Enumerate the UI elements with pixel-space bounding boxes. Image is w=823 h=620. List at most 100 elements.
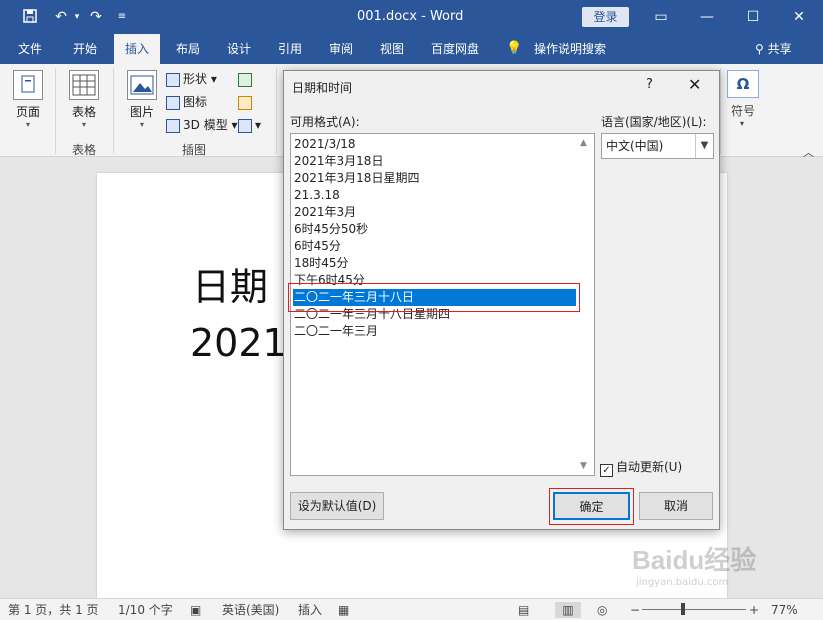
macro-icon[interactable]: ▦	[338, 602, 349, 618]
share-label: 共享	[767, 42, 792, 56]
tab-insert[interactable]: 插入	[114, 34, 160, 64]
read-mode-icon[interactable]: ▤	[518, 602, 529, 618]
language-label: 语言(国家/地区)(L):	[601, 115, 707, 129]
document-text-line1: 日期	[192, 265, 269, 309]
tell-me-search[interactable]: 操作说明搜索	[530, 34, 610, 64]
checkbox-icon[interactable]: ✓	[600, 464, 613, 477]
picture-button[interactable]: 图片 ▾	[124, 70, 160, 129]
chevron-down-icon: ▾	[25, 120, 30, 129]
page-count[interactable]: 第 1 页，共 1 页	[8, 602, 99, 618]
zoom-out-icon[interactable]: −	[630, 602, 640, 618]
login-button[interactable]: 登录	[582, 7, 629, 27]
list-item[interactable]: 18时45分	[294, 255, 349, 272]
3d-model-label: 3D 模型	[183, 118, 228, 132]
scroll-down-icon[interactable]: ▼	[580, 461, 587, 471]
chart-icon[interactable]	[238, 92, 255, 112]
undo-dropdown-icon[interactable]: ▾	[72, 8, 82, 26]
zoom-level[interactable]: 77%	[771, 602, 798, 618]
zoom-in-icon[interactable]: +	[749, 602, 759, 618]
table-group-label: 表格	[72, 143, 97, 157]
list-item[interactable]: 2021年3月18日星期四	[294, 170, 419, 187]
formats-label: 可用格式(A):	[290, 115, 360, 129]
chevron-down-icon: ▾	[81, 120, 86, 129]
customize-icon[interactable]: ≡	[115, 8, 129, 26]
smartart-icon[interactable]	[238, 69, 255, 89]
person-icon: ⚲	[755, 42, 768, 56]
undo-icon[interactable]: ↶	[50, 8, 72, 26]
redo-icon[interactable]: ↷	[86, 8, 106, 26]
table-icon	[69, 70, 99, 100]
tab-home[interactable]: 开始	[63, 34, 107, 64]
dialog-title: 日期和时间	[292, 81, 353, 95]
minimize-icon[interactable]: —	[684, 0, 730, 34]
tab-design[interactable]: 设计	[217, 34, 261, 64]
table-button[interactable]: 表格 ▾	[66, 70, 102, 129]
auto-update-label: 自动更新(U)	[616, 460, 683, 474]
proofing-icon[interactable]: ▣	[190, 602, 201, 618]
date-time-dialog: 日期和时间 ? ✕ 可用格式(A): 语言(国家/地区)(L): 2021/3/…	[283, 70, 720, 530]
set-default-button[interactable]: 设为默认值(D)	[290, 492, 384, 520]
maximize-icon[interactable]: ☐	[730, 0, 776, 34]
auto-update-checkbox[interactable]: ✓ 自动更新(U)	[600, 458, 682, 477]
save-icon[interactable]	[20, 8, 40, 26]
chevron-down-icon[interactable]: ▼	[695, 134, 713, 158]
group-separator	[720, 68, 721, 154]
document-text-line2: 2021	[190, 321, 287, 365]
zoom-slider-thumb[interactable]	[681, 603, 685, 615]
chevron-down-icon: ▾	[740, 119, 745, 128]
list-item[interactable]: 二〇二一年三月	[294, 323, 378, 340]
cancel-button[interactable]: 取消	[639, 492, 713, 520]
group-separator	[113, 68, 114, 154]
baidu-watermark: Baidu经验 jingyan.baidu.com	[632, 540, 792, 600]
tab-references[interactable]: 引用	[268, 34, 312, 64]
group-separator	[276, 68, 277, 154]
status-bar: 第 1 页，共 1 页 1/10 个字 ▣ 英语(美国) 插入 ▦ ▤ ▥ ◎ …	[0, 598, 823, 620]
list-item[interactable]: 2021年3月	[294, 204, 356, 221]
page-button[interactable]: 页面 ▾	[10, 70, 46, 129]
list-item[interactable]: 2021年3月18日	[294, 153, 383, 170]
picture-icon	[127, 70, 157, 100]
help-icon[interactable]: ?	[646, 77, 653, 92]
close-icon[interactable]: ✕	[776, 0, 822, 34]
dialog-close-icon[interactable]: ✕	[688, 75, 701, 94]
word-count[interactable]: 1/10 个字	[118, 602, 173, 618]
shapes-button[interactable]: 形状 ▾	[166, 69, 217, 89]
list-item[interactable]: 2021/3/18	[294, 136, 356, 153]
insert-mode[interactable]: 插入	[298, 602, 322, 618]
share-button[interactable]: ⚲ 共享	[755, 34, 792, 64]
language-value: 中文(中国)	[606, 139, 664, 153]
watermark-url: jingyan.baidu.com	[636, 577, 729, 588]
language-status[interactable]: 英语(美国)	[222, 602, 279, 618]
title-bar: ↶ ▾ ↷ ≡ 001.docx - Word 登录 ▭ — ☐ ✕	[0, 0, 823, 34]
list-item[interactable]: 6时45分50秒	[294, 221, 368, 238]
symbol-label[interactable]: 符号	[731, 102, 755, 119]
table-label: 表格	[71, 105, 96, 119]
zoom-slider[interactable]	[642, 609, 746, 610]
tab-file[interactable]: 文件	[8, 34, 52, 64]
selection-highlight-annotation	[288, 283, 580, 312]
lightbulb-icon: 💡	[506, 41, 523, 56]
omega-symbol-icon[interactable]: Ω	[727, 70, 759, 98]
language-select[interactable]: 中文(中国) ▼	[601, 133, 714, 159]
list-item[interactable]: 6时45分	[294, 238, 341, 255]
watermark-text: Baidu经验	[632, 545, 757, 575]
screenshot-icon[interactable]: ▾	[238, 115, 261, 135]
page-label: 页面	[15, 105, 40, 119]
document-title: 001.docx - Word	[357, 9, 464, 24]
print-layout-icon[interactable]: ▥	[555, 602, 581, 618]
cube-icon	[166, 118, 180, 133]
icons-button[interactable]: 图标	[166, 92, 207, 112]
group-separator	[55, 68, 56, 154]
tab-layout[interactable]: 布局	[166, 34, 210, 64]
ribbon-display-icon[interactable]: ▭	[638, 0, 684, 34]
3d-model-button[interactable]: 3D 模型 ▾	[166, 115, 238, 135]
ribbon-tabs: 文件 开始 插入 布局 设计 引用 审阅 视图 百度网盘 💡 操作说明搜索 ⚲ …	[0, 34, 823, 64]
tab-view[interactable]: 视图	[370, 34, 414, 64]
chevron-down-icon: ▾	[139, 120, 144, 129]
tab-baidu-netdisk[interactable]: 百度网盘	[424, 34, 486, 64]
tab-review[interactable]: 审阅	[319, 34, 363, 64]
web-layout-icon[interactable]: ◎	[597, 602, 607, 618]
shapes-icon	[166, 72, 180, 87]
scroll-up-icon[interactable]: ▲	[580, 138, 587, 148]
list-item[interactable]: 21.3.18	[294, 187, 340, 204]
